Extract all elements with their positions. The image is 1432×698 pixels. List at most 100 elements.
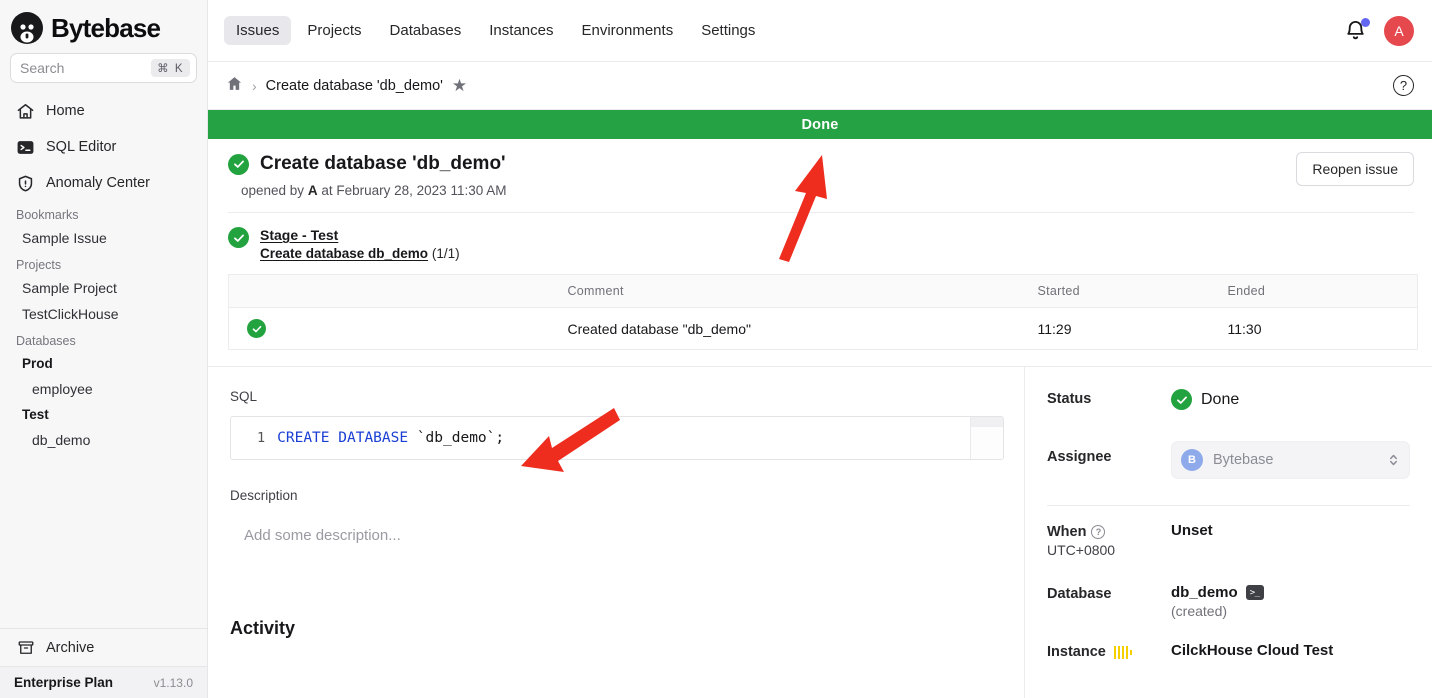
cell-blank bbox=[276, 308, 385, 350]
star-icon[interactable]: ★ bbox=[452, 77, 467, 94]
avatar[interactable]: A bbox=[1384, 15, 1414, 46]
instance-label-wrap: Instance bbox=[1047, 642, 1171, 660]
clickhouse-logo-icon bbox=[1113, 645, 1133, 659]
tab-settings[interactable]: Settings bbox=[689, 16, 767, 45]
sidebar-item-sql-editor[interactable]: SQL Editor bbox=[8, 129, 199, 165]
table-row[interactable]: Created database "db_demo" 11:29 11:30 bbox=[229, 308, 1418, 350]
instance-row: Instance CilckHouse Cloud Test bbox=[1047, 642, 1410, 688]
instance-label: Instance bbox=[1047, 644, 1106, 660]
sidebar-env-test[interactable]: Test bbox=[0, 402, 207, 427]
archive-icon bbox=[16, 638, 35, 657]
help-circle-icon[interactable]: ? bbox=[1393, 75, 1414, 96]
issue-content: Create database 'db_demo' opened by A at… bbox=[208, 139, 1432, 698]
sidebar-item-label: SQL Editor bbox=[46, 139, 117, 155]
sidebar-item-home[interactable]: Home bbox=[8, 93, 199, 129]
stage-task-name[interactable]: Create database db_demo bbox=[260, 246, 428, 261]
status-row: Status Done bbox=[1047, 389, 1410, 435]
stage-name[interactable]: Stage - Test bbox=[260, 227, 460, 243]
sidebar-db-db-demo[interactable]: db_demo bbox=[0, 427, 207, 453]
bell-icon[interactable] bbox=[1344, 17, 1370, 43]
when-label-line: When ? bbox=[1047, 524, 1106, 540]
home-icon bbox=[16, 102, 35, 121]
description-input[interactable]: Add some description... bbox=[230, 527, 1004, 544]
opened-timestamp: February 28, 2023 11:30 AM bbox=[336, 183, 507, 198]
search-wrapper: Search ⌘ K bbox=[0, 53, 207, 93]
divider bbox=[1047, 505, 1410, 506]
tab-issues[interactable]: Issues bbox=[224, 16, 292, 45]
app-version: v1.13.0 bbox=[153, 675, 193, 690]
sidebar-item-label: Anomaly Center bbox=[46, 175, 150, 191]
help-circle-icon[interactable]: ? bbox=[1091, 525, 1106, 539]
sidebar-item-testclickhouse[interactable]: TestClickHouse bbox=[0, 301, 207, 327]
cell-started: 11:29 bbox=[1037, 320, 1072, 337]
database-name-row[interactable]: db_demo >_ bbox=[1171, 584, 1410, 601]
breadcrumb-separator: › bbox=[252, 77, 257, 94]
sidebar-env-prod[interactable]: Prod bbox=[0, 351, 207, 376]
terminal-icon bbox=[16, 138, 35, 157]
page-title: Create database 'db_demo' bbox=[260, 153, 506, 174]
table-header-row: Comment Started Ended bbox=[228, 274, 1418, 308]
sql-scrollbar-thumb[interactable] bbox=[971, 417, 1003, 427]
avatar: B bbox=[1181, 449, 1203, 471]
opened-prefix: opened by bbox=[241, 183, 305, 198]
status-badge: Done bbox=[1171, 389, 1410, 410]
sidebar-item-archive[interactable]: Archive bbox=[0, 628, 207, 666]
sidebar-nav: Home SQL Editor Anomaly Center bbox=[0, 93, 207, 201]
chevron-updown-icon bbox=[1388, 451, 1399, 469]
th-comment: Comment bbox=[385, 274, 1028, 308]
brand[interactable]: Bytebase bbox=[0, 0, 207, 53]
reopen-issue-button[interactable]: Reopen issue bbox=[1296, 152, 1414, 186]
plan-row[interactable]: Enterprise Plan v1.13.0 bbox=[0, 666, 207, 698]
sidebar-item-sample-project[interactable]: Sample Project bbox=[0, 275, 207, 301]
topbar-right: A bbox=[1344, 15, 1414, 46]
task-table: Comment Started Ended Created database "… bbox=[228, 274, 1418, 350]
cell-status bbox=[229, 308, 277, 350]
sidebar-item-sample-issue[interactable]: Sample Issue bbox=[0, 225, 207, 251]
sidebar-item-anomaly-center[interactable]: Anomaly Center bbox=[8, 165, 199, 201]
tab-instances[interactable]: Instances bbox=[477, 16, 565, 45]
tab-projects[interactable]: Projects bbox=[295, 16, 373, 45]
tab-environments[interactable]: Environments bbox=[569, 16, 685, 45]
sql-scrollbar[interactable] bbox=[970, 417, 1003, 459]
sql-statement: CREATE DATABASE `db_demo`; bbox=[277, 430, 504, 446]
sql-editor[interactable]: 1 CREATE DATABASE `db_demo`; bbox=[230, 416, 1004, 460]
sidebar-db-employee[interactable]: employee bbox=[0, 376, 207, 402]
sidebar-group-projects: Projects Sample Project TestClickHouse bbox=[0, 251, 207, 327]
sql-literal: `db_demo`; bbox=[416, 430, 505, 446]
sidebar: Bytebase Search ⌘ K Home SQL Editor Anom… bbox=[0, 0, 208, 698]
sql-line-number: 1 bbox=[257, 430, 266, 446]
description-label: Description bbox=[230, 488, 298, 503]
terminal-icon[interactable]: >_ bbox=[1245, 585, 1264, 600]
database-row: Database db_demo >_ (created) bbox=[1047, 584, 1410, 630]
home-icon[interactable] bbox=[226, 75, 243, 97]
assignee-select[interactable]: B Bytebase bbox=[1171, 441, 1410, 479]
sidebar-group-databases: Databases Prod employee Test db_demo bbox=[0, 327, 207, 453]
assignee-value-wrap: B Bytebase bbox=[1171, 441, 1410, 479]
notification-dot bbox=[1361, 17, 1370, 27]
status-label: Status bbox=[1047, 391, 1092, 407]
detail-panes: SQL 1 CREATE DATABASE `db_demo`; Descrip… bbox=[208, 366, 1432, 698]
sidebar-group-label: Databases bbox=[16, 334, 76, 348]
right-pane: Status Done Assignee B Bytebase When ? U… bbox=[1024, 367, 1432, 698]
breadcrumb-items: › Create database 'db_demo' ★ bbox=[226, 75, 467, 97]
search-shortcut-badge: ⌘ K bbox=[151, 59, 190, 77]
nav-tabs: Issues Projects Databases Instances Envi… bbox=[224, 16, 767, 45]
th-status bbox=[228, 274, 276, 308]
check-circle-icon bbox=[228, 227, 249, 248]
search-input[interactable]: Search ⌘ K bbox=[10, 53, 197, 83]
stage-block: Stage - Test Create database db_demo (1/… bbox=[208, 213, 1432, 274]
status-value: Done bbox=[1201, 390, 1240, 408]
status-banner-text: Done bbox=[801, 116, 839, 133]
breadcrumb-current[interactable]: Create database 'db_demo' bbox=[266, 78, 443, 94]
th-started: Started bbox=[1027, 274, 1218, 308]
opened-by-user: A bbox=[307, 183, 318, 198]
assignee-row: Assignee B Bytebase bbox=[1047, 441, 1410, 493]
sidebar-item-label: Archive bbox=[46, 639, 95, 656]
opened-mid: at bbox=[321, 183, 333, 198]
app-root: Bytebase Search ⌘ K Home SQL Editor Anom… bbox=[0, 0, 1432, 698]
sql-code-line: 1 CREATE DATABASE `db_demo`; bbox=[231, 417, 970, 459]
brand-name: Bytebase bbox=[51, 12, 161, 43]
tab-databases[interactable]: Databases bbox=[378, 16, 474, 45]
sql-label: SQL bbox=[230, 389, 258, 404]
